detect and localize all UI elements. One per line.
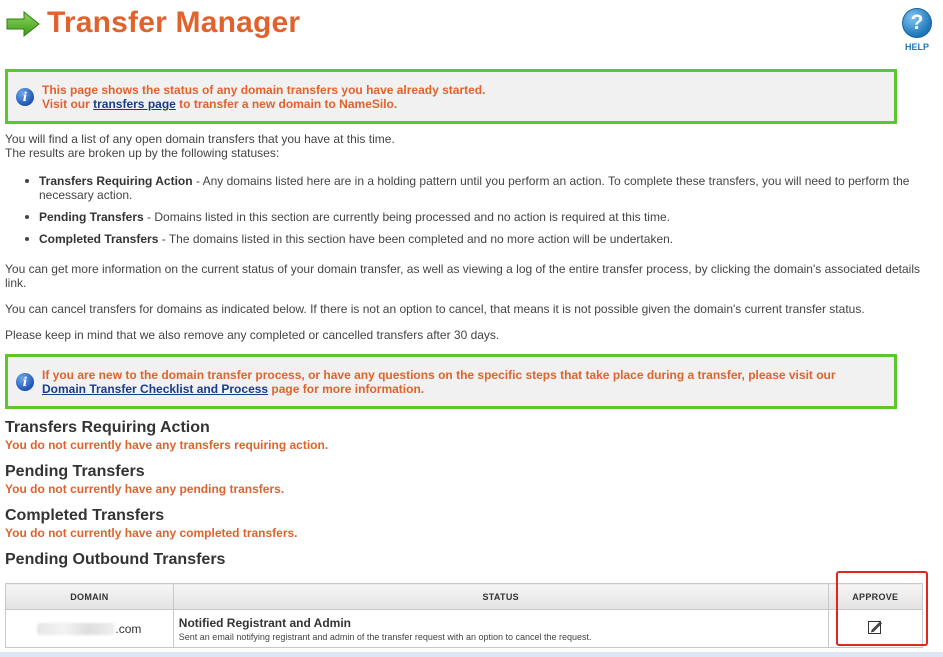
page-title: Transfer Manager bbox=[47, 6, 301, 39]
list-item: Pending Transfers - Domains listed in th… bbox=[22, 210, 922, 224]
green-arrow-icon bbox=[6, 10, 40, 38]
list-item: Transfers Requiring Action - Any domains… bbox=[22, 174, 922, 202]
domain-cell[interactable]: .com bbox=[5, 609, 174, 648]
intro-text: You will find a list of any open domain … bbox=[5, 132, 395, 160]
transfer-checklist-notice: i If you are new to the domain transfer … bbox=[5, 354, 897, 409]
status-cell: Notified Registrant and Admin Sent an em… bbox=[172, 609, 829, 648]
help-label[interactable]: HELP bbox=[899, 42, 935, 52]
section-message-completed: You do not currently have any completed … bbox=[5, 526, 298, 540]
section-message-pending: You do not currently have any pending tr… bbox=[5, 482, 285, 496]
approve-cell bbox=[827, 609, 924, 648]
retention-info-text: Please keep in mind that we also remove … bbox=[5, 328, 500, 342]
info-icon: i bbox=[16, 373, 34, 391]
section-title-outbound: Pending Outbound Transfers bbox=[5, 551, 226, 568]
column-header-status: STATUS bbox=[172, 583, 829, 610]
help-button[interactable]: ? HELP bbox=[899, 8, 935, 52]
edit-icon[interactable] bbox=[867, 619, 883, 635]
domain-suffix: .com bbox=[115, 621, 142, 636]
details-info-text: You can get more information on the curr… bbox=[5, 262, 920, 290]
section-title-pending: Pending Transfers bbox=[5, 463, 145, 480]
status-description: Sent an email notifying registrant and a… bbox=[178, 631, 592, 642]
transfer-status-notice: i This page shows the status of any doma… bbox=[5, 69, 897, 124]
section-message-requiring-action: You do not currently have any transfers … bbox=[5, 438, 329, 452]
list-item: Completed Transfers - The domains listed… bbox=[22, 232, 922, 246]
status-title: Notified Registrant and Admin bbox=[178, 615, 352, 630]
redacted-domain bbox=[37, 623, 116, 636]
table-row: .com Notified Registrant and Admin Sent … bbox=[5, 609, 924, 648]
notice-line-1: If you are new to the domain transfer pr… bbox=[42, 368, 836, 382]
checklist-link[interactable]: Domain Transfer Checklist and Process bbox=[42, 382, 268, 396]
column-header-approve: APPROVE bbox=[827, 583, 924, 610]
outbound-transfers-table: DOMAIN STATUS APPROVE .com Notified Regi… bbox=[5, 583, 924, 648]
column-header-domain: DOMAIN bbox=[5, 583, 174, 610]
notice-line-2: Domain Transfer Checklist and Process pa… bbox=[42, 382, 425, 396]
status-list: Transfers Requiring Action - Any domains… bbox=[22, 174, 922, 254]
section-title-requiring-action: Transfers Requiring Action bbox=[5, 419, 210, 436]
info-icon: i bbox=[16, 88, 34, 106]
notice-line-2: Visit our transfers page to transfer a n… bbox=[42, 97, 398, 111]
page-header: Transfer Manager ? HELP bbox=[0, 0, 943, 60]
help-icon[interactable]: ? bbox=[902, 8, 932, 38]
section-title-completed: Completed Transfers bbox=[5, 507, 165, 524]
bottom-scroll-bar bbox=[0, 652, 943, 657]
table-header-row: DOMAIN STATUS APPROVE bbox=[5, 583, 924, 610]
cancel-info-text: You can cancel transfers for domains as … bbox=[5, 302, 865, 316]
notice-line-1: This page shows the status of any domain… bbox=[42, 83, 486, 97]
transfers-page-link[interactable]: transfers page bbox=[93, 97, 176, 111]
